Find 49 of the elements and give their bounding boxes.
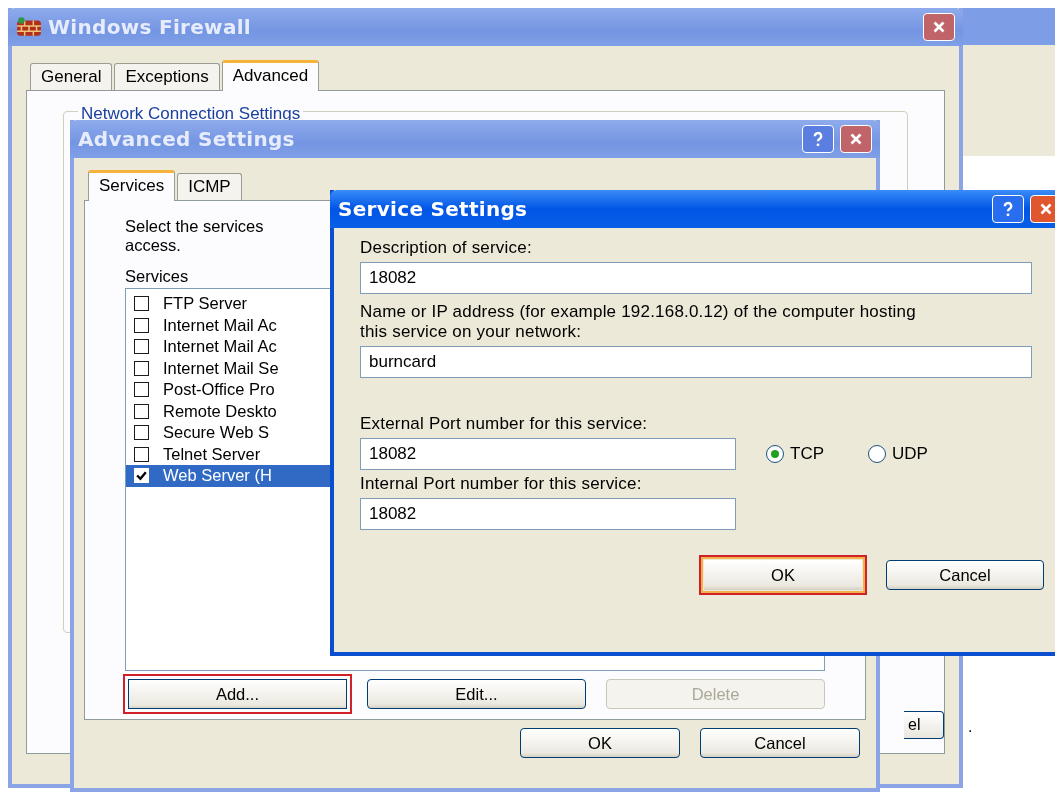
dialog-button[interactable]: OK [520,728,680,758]
dialog-button[interactable]: OK [699,555,867,595]
tab[interactable]: ICMP [177,173,242,200]
protocol-radio[interactable]: UDP [868,444,928,464]
description-field[interactable]: 18082 [360,262,1032,294]
checkbox[interactable] [134,339,149,355]
instruction-text: access. [125,236,181,255]
checkbox[interactable] [134,403,149,419]
close-button[interactable] [1030,195,1055,223]
service-item[interactable]: Telnet Server [126,443,330,465]
field-label: Internal Port number for this service: [360,474,643,494]
field-label: Description of service: [360,238,533,258]
dialog-button[interactable]: Cancel [700,728,860,758]
tab[interactable]: Advanced [221,60,320,91]
field-label: External Port number for this service: [360,414,649,434]
service-item[interactable]: Internet Mail Ac [126,314,330,336]
window-title: Advanced Settings [78,127,296,151]
external-port-field[interactable]: 18082 [360,438,736,470]
button-fragment[interactable]: el [904,711,944,739]
tab[interactable]: General [30,63,113,90]
protocol-radio[interactable]: TCP [766,444,824,464]
service-item[interactable]: FTP Server [126,293,330,315]
service-item[interactable]: Remote Deskto [126,400,330,422]
service-item[interactable]: Post-Office Pro [126,379,330,401]
checkbox[interactable] [134,360,149,376]
field-label: Name or IP address (for example 192.168.0.12) of the computer hosting this service on your network: [360,302,917,342]
service-item[interactable]: Internet Mail Se [126,357,330,379]
tab[interactable]: Services [88,170,176,201]
help-button[interactable] [992,195,1024,223]
service-item[interactable]: Secure Web S [126,422,330,444]
instruction-text: Select the services [125,217,264,236]
dot-mark: . [968,718,973,736]
checkbox[interactable] [134,382,149,398]
checkbox[interactable] [134,296,149,312]
brick-wall-icon [16,16,42,38]
window-title: Windows Firewall [48,15,252,39]
service-item[interactable]: Internet Mail Ac [126,336,330,358]
dialog-button[interactable]: Cancel [886,560,1044,590]
checkbox[interactable] [134,446,149,462]
host-field[interactable]: burncard [360,346,1032,378]
checkbox[interactable] [134,425,149,441]
list-label: Services [125,267,189,286]
service-item[interactable]: Web Server (H [126,465,330,487]
window-title: Service Settings [338,197,529,221]
checkbox[interactable] [134,317,149,333]
list-button[interactable]: Add... [123,674,352,714]
internal-port-field[interactable]: 18082 [360,498,736,530]
tab[interactable]: Exceptions [114,63,220,90]
list-button[interactable]: Edit... [366,679,586,709]
